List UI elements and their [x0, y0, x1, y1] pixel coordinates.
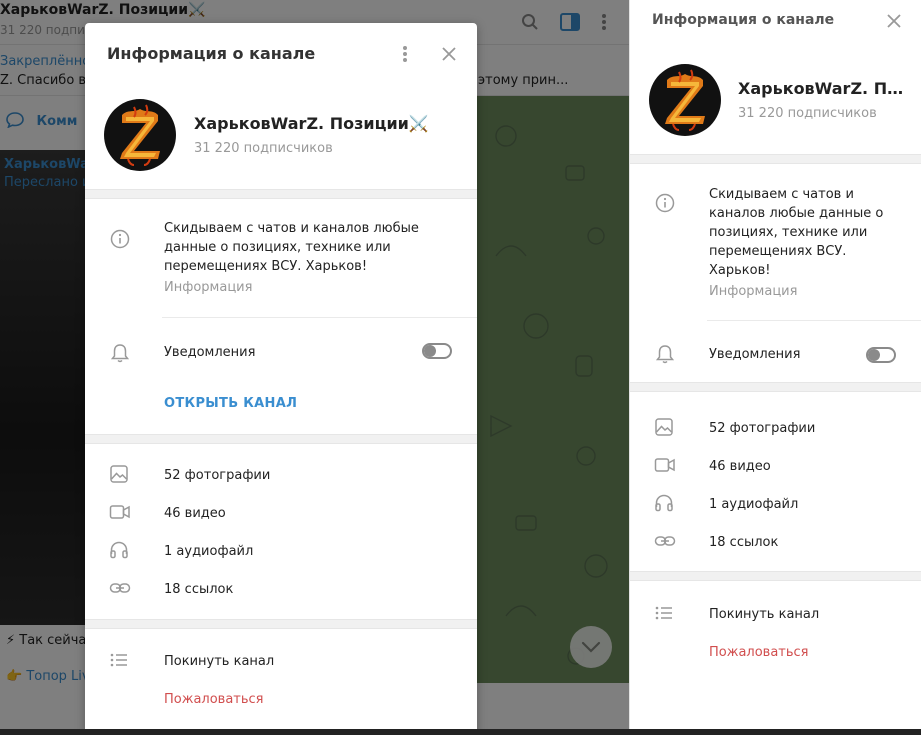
taskbar-strip	[0, 729, 921, 735]
leave-channel-label: Покинуть канал	[709, 606, 820, 622]
media-label: 46 видео	[709, 458, 771, 474]
leave-channel-button[interactable]: Покинуть канал	[85, 642, 477, 680]
notifications-label: Уведомления	[709, 347, 801, 362]
bell-icon	[109, 342, 131, 364]
report-button[interactable]: Пожаловаться	[85, 680, 477, 718]
notifications-label: Уведомления	[164, 345, 256, 360]
headphones-icon	[109, 540, 131, 562]
channel-description: Скидываем с чатов и каналов любые данные…	[709, 187, 884, 278]
channel-info-sidebar: Информация о канале ХарьковWarZ. Позиции…	[629, 0, 921, 735]
photo-icon	[654, 417, 676, 439]
media-label: 1 аудиофайл	[709, 496, 799, 512]
media-audio[interactable]: 1 аудиофайл	[85, 532, 477, 570]
modal-title: Информация о канале	[107, 44, 316, 63]
media-label: 1 аудиофайл	[164, 543, 254, 559]
media-videos[interactable]: 46 видео	[630, 447, 921, 485]
media-links[interactable]: 18 ссылок	[85, 570, 477, 608]
info-icon	[109, 228, 131, 250]
media-audio[interactable]: 1 аудиофайл	[630, 485, 921, 523]
media-photos[interactable]: 52 фотографии	[630, 409, 921, 447]
section-divider	[630, 382, 921, 392]
info-icon	[654, 192, 676, 214]
channel-avatar[interactable]	[649, 64, 721, 136]
leave-channel-button[interactable]: Покинуть канал	[630, 595, 921, 633]
headphones-icon	[654, 493, 676, 515]
photo-icon	[109, 464, 131, 486]
channel-info-modal: Информация о канале ХарьковWarZ. Позиции…	[85, 23, 477, 735]
channel-description: Скидываем с чатов и каналов любые данные…	[164, 221, 419, 274]
report-label: Пожаловаться	[164, 691, 264, 707]
open-channel-button[interactable]: ОТКРЫТЬ КАНАЛ	[164, 396, 297, 411]
media-label: 46 видео	[164, 505, 226, 521]
section-divider	[85, 434, 477, 444]
divider-line	[707, 320, 921, 321]
media-links[interactable]: 18 ссылок	[630, 523, 921, 561]
more-vertical-icon[interactable]	[393, 41, 417, 67]
subscriber-count: 31 220 подписчиков	[738, 106, 877, 121]
description-label: Информация	[164, 280, 253, 295]
section-divider	[85, 189, 477, 199]
media-label: 52 фотографии	[709, 420, 816, 436]
close-icon[interactable]	[437, 41, 461, 67]
leave-channel-label: Покинуть канал	[164, 653, 275, 669]
section-divider	[630, 571, 921, 581]
bell-icon	[654, 343, 676, 365]
media-label: 52 фотографии	[164, 467, 271, 483]
channel-name: ХарьковWarZ. Позиции⚔️	[738, 79, 908, 98]
report-label: Пожаловаться	[709, 644, 809, 660]
notifications-toggle[interactable]	[422, 343, 452, 359]
channel-avatar[interactable]	[104, 99, 176, 171]
video-icon	[654, 455, 676, 477]
link-icon	[109, 578, 131, 600]
report-button[interactable]: Пожаловаться	[630, 633, 921, 671]
media-videos[interactable]: 46 видео	[85, 494, 477, 532]
list-icon	[654, 603, 676, 625]
sidebar-title: Информация о канале	[652, 12, 835, 28]
section-divider	[85, 619, 477, 629]
notifications-toggle[interactable]	[866, 347, 896, 363]
media-label: 18 ссылок	[709, 534, 779, 550]
list-icon	[109, 650, 131, 672]
close-icon[interactable]	[882, 9, 906, 33]
subscriber-count: 31 220 подписчиков	[194, 141, 333, 156]
description-label: Информация	[709, 284, 798, 299]
video-icon	[109, 502, 131, 524]
section-divider	[630, 154, 921, 164]
media-photos[interactable]: 52 фотографии	[85, 456, 477, 494]
channel-name: ХарьковWarZ. Позиции⚔️	[194, 114, 429, 133]
divider-line	[162, 317, 477, 318]
link-icon	[654, 531, 676, 553]
media-label: 18 ссылок	[164, 581, 234, 597]
